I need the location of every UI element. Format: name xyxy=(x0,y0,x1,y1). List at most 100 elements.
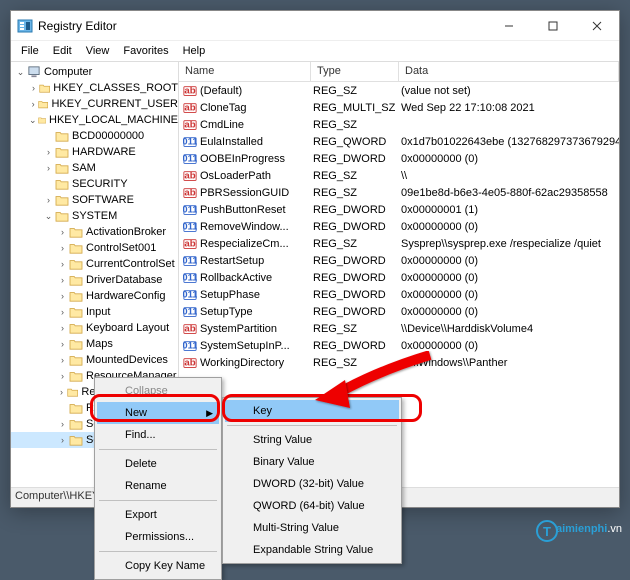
expand-icon[interactable] xyxy=(43,179,54,190)
value-row[interactable]: 011RemoveWindow...REG_DWORD0x00000000 (0… xyxy=(179,218,619,235)
value-row[interactable]: 011SetupTypeREG_DWORD0x00000000 (0) xyxy=(179,303,619,320)
col-name[interactable]: Name xyxy=(179,62,311,81)
svg-text:ab: ab xyxy=(184,170,195,181)
expand-icon[interactable] xyxy=(57,403,68,414)
value-row[interactable]: 011RestartSetupREG_DWORD0x00000000 (0) xyxy=(179,252,619,269)
tree-label: HKEY_LOCAL_MACHINE xyxy=(49,114,178,126)
value-row[interactable]: abOsLoaderPathREG_SZ\\ xyxy=(179,167,619,184)
value-row[interactable]: 011EulaInstalledREG_QWORD0x1d7b01022643e… xyxy=(179,133,619,150)
value-row[interactable]: 011PushButtonResetREG_DWORD0x00000001 (1… xyxy=(179,201,619,218)
tree-node[interactable]: ⌄Computer xyxy=(11,64,178,80)
titlebar[interactable]: Registry Editor xyxy=(11,11,619,41)
value-type: REG_SZ xyxy=(311,357,399,369)
tree-node[interactable]: ›CurrentControlSet xyxy=(11,256,178,272)
expand-icon[interactable]: › xyxy=(43,147,54,158)
menu-item[interactable]: Binary Value xyxy=(225,451,399,473)
tree-node[interactable]: ›Maps xyxy=(11,336,178,352)
menu-edit[interactable]: Edit xyxy=(47,44,78,58)
minimize-button[interactable] xyxy=(487,11,531,41)
menu-item[interactable]: Collapse xyxy=(97,380,219,402)
expand-icon[interactable]: › xyxy=(57,243,68,254)
tree-node[interactable]: ›HARDWARE xyxy=(11,144,178,160)
tree-node[interactable]: › HKEY_CURRENT_USER xyxy=(11,96,178,112)
menu-file[interactable]: File xyxy=(15,44,45,58)
expand-icon[interactable]: › xyxy=(57,291,68,302)
tree-node[interactable]: ›HardwareConfig xyxy=(11,288,178,304)
svg-text:ab: ab xyxy=(184,187,195,198)
value-row[interactable]: abCloneTagREG_MULTI_SZWed Sep 22 17:10:0… xyxy=(179,99,619,116)
tree-node[interactable]: ⌄ SYSTEM xyxy=(11,208,178,224)
tree-node[interactable]: ⌄ HKEY_LOCAL_MACHINE xyxy=(11,112,178,128)
svg-text:ab: ab xyxy=(184,85,195,96)
tree-node[interactable]: ›HKEY_CLASSES_ROOT xyxy=(11,80,178,96)
menu-item[interactable]: DWORD (32-bit) Value xyxy=(225,473,399,495)
expand-icon[interactable]: › xyxy=(57,419,68,430)
menu-help[interactable]: Help xyxy=(177,44,212,58)
value-row[interactable]: 011OOBEInProgressREG_DWORD0x00000000 (0) xyxy=(179,150,619,167)
menu-item[interactable]: Find... xyxy=(97,424,219,446)
expand-icon[interactable]: › xyxy=(57,323,68,334)
menu-item[interactable]: String Value xyxy=(225,429,399,451)
tree-node[interactable]: ›Keyboard Layout xyxy=(11,320,178,336)
menu-favorites[interactable]: Favorites xyxy=(117,44,174,58)
value-data: 0x00000001 (1) xyxy=(399,204,619,216)
value-row[interactable]: abCmdLineREG_SZ xyxy=(179,116,619,133)
menu-view[interactable]: View xyxy=(80,44,116,58)
expand-icon[interactable]: › xyxy=(57,259,68,270)
expand-icon[interactable]: › xyxy=(57,435,68,446)
value-row[interactable]: abSystemPartitionREG_SZ\\Device\\Harddis… xyxy=(179,320,619,337)
tree-node[interactable]: ›ControlSet001 xyxy=(11,240,178,256)
value-type: REG_DWORD xyxy=(311,289,399,301)
value-row[interactable]: 011SystemSetupInP...REG_DWORD0x00000000 … xyxy=(179,337,619,354)
menu-item[interactable]: Copy Key Name xyxy=(97,555,219,577)
tree-node[interactable]: ›SOFTWARE xyxy=(11,192,178,208)
value-row[interactable]: 011RollbackActiveREG_DWORD0x00000000 (0) xyxy=(179,269,619,286)
menu-item[interactable]: Delete xyxy=(97,453,219,475)
value-data: 0x00000000 (0) xyxy=(399,221,619,233)
expand-icon[interactable]: › xyxy=(43,195,54,206)
menu-item[interactable]: Permissions... xyxy=(97,526,219,548)
tree-node[interactable]: ›MountedDevices xyxy=(11,352,178,368)
menu-item[interactable]: Rename xyxy=(97,475,219,497)
value-row[interactable]: abRespecializeCm...REG_SZSysprep\\syspre… xyxy=(179,235,619,252)
menu-item[interactable]: Expandable String Value xyxy=(225,539,399,561)
expand-icon[interactable]: › xyxy=(43,163,54,174)
maximize-button[interactable] xyxy=(531,11,575,41)
value-row[interactable]: abPBRSessionGUIDREG_SZ09e1be8d-b6e3-4e05… xyxy=(179,184,619,201)
value-row[interactable]: ab(Default)REG_SZ(value not set) xyxy=(179,82,619,99)
col-type[interactable]: Type xyxy=(311,62,399,81)
tree-label: SAM xyxy=(72,162,96,174)
expand-icon[interactable]: › xyxy=(57,371,68,382)
tree-node[interactable]: SECURITY xyxy=(11,176,178,192)
menu-item[interactable]: New▶ xyxy=(97,402,219,424)
expand-icon[interactable]: › xyxy=(57,387,66,398)
tree-node[interactable]: ›Input xyxy=(11,304,178,320)
expand-icon[interactable]: ⌄ xyxy=(15,67,26,78)
tree-node[interactable]: › SAM xyxy=(11,160,178,176)
menu-item[interactable]: QWORD (64-bit) Value xyxy=(225,495,399,517)
expand-icon[interactable]: › xyxy=(57,275,68,286)
expand-icon[interactable]: ⌄ xyxy=(43,211,54,222)
close-button[interactable] xyxy=(575,11,619,41)
value-name: OOBEInProgress xyxy=(200,153,285,165)
tree-label: HKEY_CURRENT_USER xyxy=(51,98,178,110)
expand-icon[interactable]: › xyxy=(57,355,68,366)
tree-label: SYSTEM xyxy=(72,210,117,222)
expand-icon[interactable]: › xyxy=(29,83,38,94)
expand-icon[interactable]: › xyxy=(29,99,37,110)
tree-node[interactable]: ›DriverDatabase xyxy=(11,272,178,288)
menu-item[interactable]: Export xyxy=(97,504,219,526)
value-row[interactable]: 011SetupPhaseREG_DWORD0x00000000 (0) xyxy=(179,286,619,303)
menu-item[interactable]: Key xyxy=(225,400,399,422)
expand-icon[interactable] xyxy=(43,131,54,142)
expand-icon[interactable]: › xyxy=(57,227,68,238)
value-type: REG_SZ xyxy=(311,119,399,131)
tree-node[interactable]: ›ActivationBroker xyxy=(11,224,178,240)
col-data[interactable]: Data xyxy=(399,62,619,81)
menu-item[interactable]: Multi-String Value xyxy=(225,517,399,539)
tree-node[interactable]: BCD00000000 xyxy=(11,128,178,144)
expand-icon[interactable]: › xyxy=(57,339,68,350)
value-row[interactable]: abWorkingDirectoryREG_SZC:\\Windows\\Pan… xyxy=(179,354,619,371)
expand-icon[interactable]: ⌄ xyxy=(29,115,37,126)
expand-icon[interactable]: › xyxy=(57,307,68,318)
